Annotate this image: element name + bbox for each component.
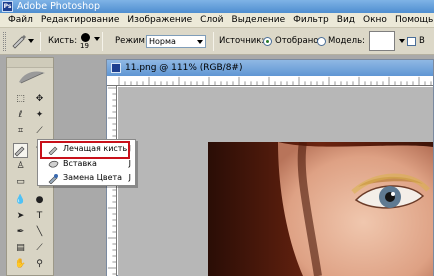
document-title: 11.png @ 111% (RGB/8#) bbox=[125, 63, 243, 73]
portrait-photo bbox=[208, 142, 433, 276]
highlight-annotation bbox=[40, 141, 130, 159]
window-title: Adobe Photoshop bbox=[17, 1, 100, 12]
notes-tool-icon[interactable]: ▤ bbox=[13, 241, 28, 256]
blur-tool-icon[interactable]: 💧 bbox=[13, 193, 28, 208]
sampled-radio[interactable] bbox=[263, 37, 272, 46]
sampled-label: Отобрано bbox=[275, 36, 319, 46]
source-label: Источник: bbox=[219, 36, 265, 46]
photoshop-app-icon: Ps bbox=[2, 1, 13, 12]
chevron-down-icon bbox=[197, 40, 203, 44]
menu-layer[interactable]: Слой bbox=[196, 13, 227, 27]
path-selection-tool-icon[interactable]: ➤ bbox=[13, 209, 28, 224]
eyedropper-tool-icon[interactable]: ⟋ bbox=[32, 241, 47, 256]
menu-window[interactable]: Окно bbox=[359, 13, 391, 27]
menu-edit[interactable]: Редактирование bbox=[37, 13, 124, 27]
flyout-item-patch[interactable]: Вставка J bbox=[38, 157, 135, 171]
pen-tool-icon[interactable]: ✒ bbox=[13, 225, 28, 240]
toolbox-header[interactable] bbox=[7, 58, 53, 68]
healing-brush-tool-icon[interactable] bbox=[13, 143, 28, 158]
hand-tool-icon[interactable]: ✋ bbox=[13, 257, 28, 272]
zoom-tool-icon[interactable]: ⚲ bbox=[32, 257, 47, 272]
document-icon bbox=[111, 63, 121, 73]
type-tool-icon[interactable]: T bbox=[32, 209, 47, 224]
title-bar: Ps Adobe Photoshop bbox=[0, 0, 434, 13]
flyout-label: Вставка bbox=[63, 159, 97, 168]
menu-help[interactable]: Помощь bbox=[391, 13, 434, 27]
pattern-label: Модель: bbox=[328, 36, 365, 46]
shape-tool-icon[interactable]: ╲ bbox=[32, 225, 47, 240]
lasso-tool-icon[interactable]: ℓ bbox=[13, 108, 28, 123]
flyout-label: Замена Цвета bbox=[63, 173, 123, 182]
tool-preset-dropdown-icon[interactable] bbox=[28, 39, 34, 43]
separator bbox=[40, 32, 41, 51]
pattern-picker[interactable] bbox=[369, 31, 395, 51]
pattern-radio[interactable] bbox=[317, 37, 326, 46]
options-bar: Кисть: 19 Режим: Норма Источник: Отобран… bbox=[0, 28, 434, 55]
aligned-checkbox[interactable] bbox=[407, 37, 416, 46]
separator bbox=[102, 32, 103, 51]
menu-image[interactable]: Изображение bbox=[123, 13, 196, 27]
options-grip[interactable] bbox=[3, 32, 6, 51]
flyout-shortcut: J bbox=[128, 173, 131, 182]
horizontal-ruler[interactable] bbox=[107, 76, 433, 86]
move-tool-icon[interactable]: ✥ bbox=[32, 92, 47, 107]
menu-filter[interactable]: Фильтр bbox=[289, 13, 333, 27]
mode-label: Режим: bbox=[115, 36, 148, 46]
brush-label: Кисть: bbox=[48, 36, 78, 46]
menu-select[interactable]: Выделение bbox=[228, 13, 290, 27]
menu-file[interactable]: Файл bbox=[4, 13, 37, 27]
mode-value: Норма bbox=[149, 37, 176, 46]
mode-select[interactable]: Норма bbox=[146, 35, 206, 48]
crop-tool-icon[interactable]: ⌗ bbox=[13, 124, 28, 139]
patch-tool-icon bbox=[48, 160, 59, 168]
brush-dropdown-icon[interactable] bbox=[94, 37, 100, 41]
flyout-shortcut: J bbox=[128, 159, 131, 168]
healing-brush-preset-icon[interactable] bbox=[11, 33, 27, 49]
eraser-tool-icon[interactable]: ▭ bbox=[13, 175, 28, 190]
slice-tool-icon[interactable]: ⟋ bbox=[32, 124, 47, 139]
document-window: 11.png @ 111% (RGB/8#) bbox=[106, 59, 434, 276]
flyout-item-color-replacement[interactable]: Замена Цвета J bbox=[38, 171, 135, 185]
dodge-tool-icon[interactable]: ● bbox=[32, 193, 47, 208]
brush-size: 19 bbox=[80, 42, 89, 50]
color-replacement-icon bbox=[48, 174, 58, 184]
feather-logo-icon bbox=[19, 71, 45, 84]
magic-wand-tool-icon[interactable]: ✦ bbox=[32, 108, 47, 123]
document-title-bar[interactable]: 11.png @ 111% (RGB/8#) bbox=[107, 60, 433, 76]
pattern-dropdown-icon[interactable] bbox=[399, 39, 405, 43]
menu-bar: Файл Редактирование Изображение Слой Выд… bbox=[0, 13, 434, 28]
clone-stamp-tool-icon[interactable]: ♙ bbox=[13, 159, 28, 174]
marquee-tool-icon[interactable]: ⬚ bbox=[13, 92, 28, 107]
aligned-label: В bbox=[419, 36, 425, 46]
menu-view[interactable]: Вид bbox=[333, 13, 359, 27]
canvas-area[interactable] bbox=[118, 87, 433, 276]
separator bbox=[213, 32, 214, 51]
brush-preview[interactable] bbox=[81, 33, 90, 42]
